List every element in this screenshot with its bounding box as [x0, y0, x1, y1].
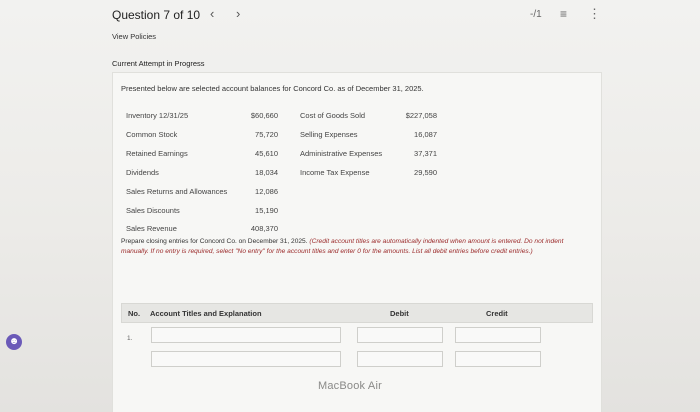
balance-value: 16,087 — [414, 130, 437, 139]
credit-input-2[interactable] — [455, 351, 541, 367]
entry-table-header: No. Account Titles and Explanation Debit… — [121, 303, 593, 323]
balance-label: Sales Returns and Allowances — [126, 187, 228, 196]
balance-label: Common Stock — [126, 130, 178, 139]
score-progress: -/1 — [530, 9, 542, 20]
col-debit: Debit — [390, 309, 409, 318]
debit-input-1[interactable] — [357, 327, 443, 343]
list-icon[interactable]: ≡ — [560, 7, 567, 21]
top-bar: Question 7 of 10 ‹ › -/1 ≡ ⋮ — [0, 0, 700, 28]
balance-value: 75,720 — [255, 130, 278, 139]
screen: Question 7 of 10 ‹ › -/1 ≡ ⋮ View Polici… — [0, 0, 700, 412]
entry-row-number: 1. — [127, 335, 133, 342]
balance-label: Inventory 12/31/25 — [126, 111, 189, 120]
balance-value: 18,034 — [255, 168, 278, 177]
balance-value: 15,190 — [255, 206, 278, 215]
attempt-status: Current Attempt in Progress — [112, 59, 205, 68]
chevron-right-icon[interactable]: › — [236, 6, 240, 21]
balance-value: 37,371 — [414, 149, 437, 158]
balance-value: 12,086 — [255, 187, 278, 196]
col-credit: Credit — [486, 309, 508, 318]
question-title: Question 7 of 10 — [112, 8, 201, 22]
intro-text: Presented below are selected account bal… — [121, 84, 424, 93]
balance-label: Sales Discounts — [126, 206, 180, 215]
balance-label: Cost of Goods Sold — [300, 111, 366, 120]
balance-value: 45,610 — [255, 149, 278, 158]
balance-value: 29,590 — [414, 168, 437, 177]
account-title-input-2[interactable] — [151, 351, 341, 367]
debit-input-2[interactable] — [357, 351, 443, 367]
instructions-text: Prepare closing entries for Concord Co. … — [121, 238, 310, 245]
more-vertical-icon[interactable]: ⋮ — [588, 6, 601, 22]
view-policies-link[interactable]: View Policies — [112, 32, 156, 41]
col-account-title: Account Titles and Explanation — [150, 309, 262, 318]
balance-label: Dividends — [126, 168, 159, 177]
account-title-input-1[interactable] — [151, 327, 341, 343]
macbook-air-label: MacBook Air — [318, 380, 382, 392]
balance-label: Administrative Expenses — [300, 149, 383, 158]
accessibility-icon[interactable]: ☻ — [6, 334, 22, 350]
balance-label: Income Tax Expense — [300, 168, 370, 177]
balance-label: Selling Expenses — [300, 130, 358, 139]
credit-input-1[interactable] — [455, 327, 541, 343]
balance-value: $227,058 — [405, 111, 437, 120]
balance-label: Sales Revenue — [126, 224, 177, 233]
instructions: Prepare closing entries for Concord Co. … — [121, 237, 591, 256]
chevron-left-icon[interactable]: ‹ — [210, 6, 214, 21]
balance-value: $60,660 — [250, 111, 278, 120]
col-no: No. — [128, 309, 141, 318]
question-panel: Presented below are selected account bal… — [112, 72, 602, 412]
balance-value: 408,370 — [250, 224, 278, 233]
balance-label: Retained Earnings — [126, 149, 188, 158]
